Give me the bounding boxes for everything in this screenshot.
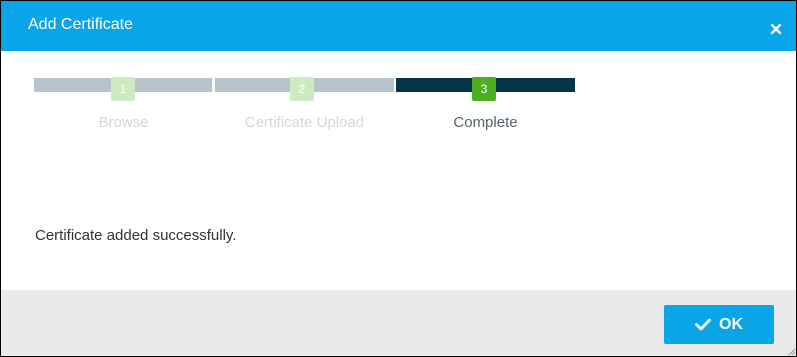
step-2-badge: 2 [290,77,314,101]
dialog-footer: OK [1,290,796,356]
add-certificate-dialog: Add Certificate 1 2 3 Browse Certificate… [0,0,797,357]
close-icon[interactable] [770,23,782,35]
dialog-title: Add Certificate [28,16,133,33]
step-3-badge: 3 [472,77,496,101]
success-message: Certificate added successfully. [35,227,237,244]
step-3-label: Complete [453,114,518,131]
step-1-label: Browse [98,114,149,131]
step-1-badge: 1 [111,77,135,101]
step-2-label: Certificate Upload [244,114,365,131]
resize-grip-icon[interactable] [786,346,796,356]
ok-button[interactable]: OK [664,305,774,344]
dialog-titlebar: Add Certificate [1,1,796,51]
ok-button-label: OK [719,315,743,333]
check-icon [695,318,711,331]
wizard-stepper: 1 2 3 Browse Certificate Upload Complete [34,77,575,138]
